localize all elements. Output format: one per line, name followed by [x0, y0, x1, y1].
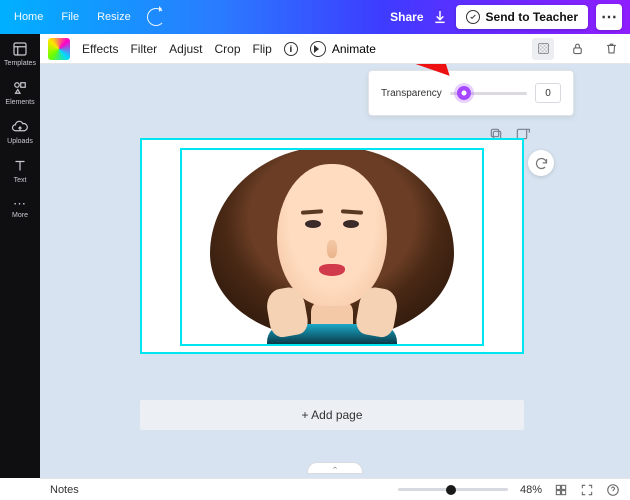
color-swatch-button[interactable]: [48, 38, 70, 60]
adjust-button[interactable]: Adjust: [169, 42, 202, 56]
transparency-icon: [536, 41, 551, 56]
download-icon[interactable]: [432, 9, 448, 25]
filter-button[interactable]: Filter: [130, 42, 157, 56]
chevron-up-icon: [330, 464, 340, 472]
sidebar-label: Text: [14, 177, 27, 184]
home-menu[interactable]: Home: [8, 7, 49, 27]
share-button[interactable]: Share: [390, 10, 423, 24]
top-menu-bar: Home File Resize Share Send to Teacher ⋯: [0, 0, 630, 34]
undo-icon[interactable]: [147, 8, 165, 26]
transparency-value-input[interactable]: 0: [535, 83, 561, 103]
expand-icon: [580, 483, 594, 497]
resize-menu[interactable]: Resize: [91, 7, 137, 27]
lock-icon: [570, 41, 585, 56]
sidebar-item-text[interactable]: Text: [0, 157, 40, 184]
sidebar-item-templates[interactable]: Templates: [0, 40, 40, 67]
timeline-toggle[interactable]: [307, 462, 363, 474]
send-to-teacher-button[interactable]: Send to Teacher: [456, 5, 588, 29]
effects-button[interactable]: Effects: [82, 42, 118, 56]
grid-view-button[interactable]: [554, 483, 568, 497]
canvas-page[interactable]: [140, 138, 524, 354]
send-label: Send to Teacher: [486, 10, 578, 24]
transparency-slider[interactable]: [450, 86, 527, 100]
help-icon: [606, 483, 620, 497]
fullscreen-button[interactable]: [580, 483, 594, 497]
elements-icon: [11, 79, 29, 97]
transparency-label: Transparency: [381, 88, 442, 99]
file-menu[interactable]: File: [55, 7, 85, 27]
transparency-popover: Transparency 0: [368, 70, 574, 116]
text-icon: [11, 157, 29, 175]
refresh-icon: [534, 156, 549, 171]
animate-button[interactable]: Animate: [310, 41, 376, 57]
left-sidebar: Templates Elements Uploads Text ⋯ More: [0, 34, 40, 478]
zoom-thumb-icon[interactable]: [446, 485, 456, 495]
sidebar-label: Elements: [5, 99, 34, 106]
canvas-area: Transparency 0: [40, 64, 630, 478]
zoom-value: 48%: [520, 484, 542, 496]
sidebar-item-more[interactable]: ⋯ More: [12, 196, 28, 219]
check-circle-icon: [466, 10, 480, 24]
lock-button[interactable]: [566, 38, 588, 60]
notes-button[interactable]: Notes: [50, 484, 79, 496]
annotation-arrow: [399, 64, 455, 81]
uploads-icon: [11, 118, 29, 136]
help-button[interactable]: [606, 483, 620, 497]
sidebar-item-elements[interactable]: Elements: [0, 79, 40, 106]
more-button[interactable]: ⋯: [596, 4, 622, 30]
selected-image[interactable]: [180, 148, 484, 346]
crop-button[interactable]: Crop: [215, 42, 241, 56]
delete-button[interactable]: [600, 38, 622, 60]
slider-thumb-icon[interactable]: [457, 86, 471, 100]
sidebar-label: More: [12, 212, 28, 219]
image-toolbar: Effects Filter Adjust Crop Flip i Animat…: [40, 34, 630, 64]
trash-icon: [604, 41, 619, 56]
sidebar-label: Uploads: [7, 138, 33, 145]
flip-button[interactable]: Flip: [253, 42, 272, 56]
reset-crop-button[interactable]: [528, 150, 554, 176]
grid-icon: [554, 483, 568, 497]
status-bar: Notes 48%: [40, 478, 630, 500]
info-icon[interactable]: i: [284, 42, 298, 56]
play-icon: [310, 41, 326, 57]
add-page-button[interactable]: + Add page: [140, 400, 524, 430]
transparency-button[interactable]: [532, 38, 554, 60]
sidebar-label: Templates: [4, 60, 36, 67]
animate-label: Animate: [332, 42, 376, 56]
templates-icon: [11, 40, 29, 58]
portrait-image: [182, 150, 482, 344]
zoom-slider[interactable]: [398, 488, 508, 491]
more-icon: ⋯: [12, 196, 28, 212]
sidebar-item-uploads[interactable]: Uploads: [0, 118, 40, 145]
